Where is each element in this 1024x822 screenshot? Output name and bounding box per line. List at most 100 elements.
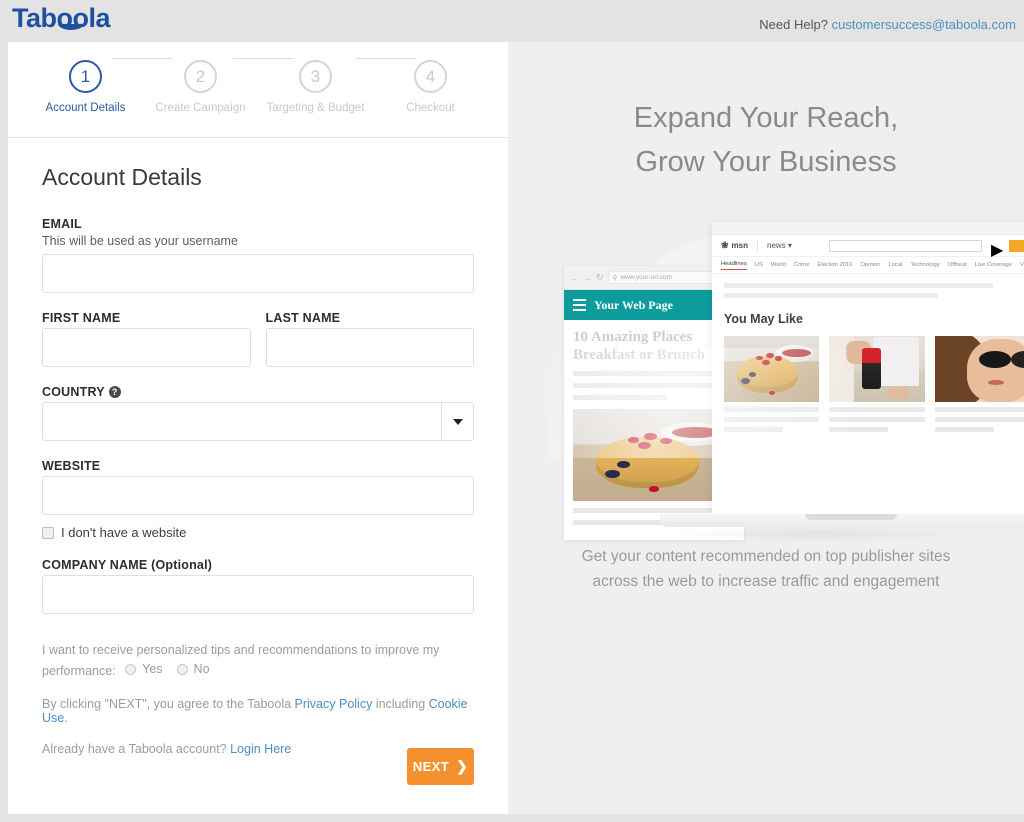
msn-nav-item-offbeat: Offbeat bbox=[947, 262, 967, 268]
publisher-headline-line1: 10 Amazing Places bbox=[573, 329, 693, 345]
msn-go-icon: ▶ bbox=[991, 240, 1004, 259]
promo-tagline-line2: across the web to increase traffic and e… bbox=[592, 573, 940, 590]
msn-nav-item-technology: Technology bbox=[910, 262, 940, 268]
waffles-with-berries-photo bbox=[724, 336, 820, 402]
msn-window-mockup: ❀ msn news ▾ ▶ Headlines US World Crime … bbox=[712, 222, 1024, 514]
no-website-checkbox[interactable] bbox=[42, 526, 54, 539]
no-website-label: I don't have a website bbox=[61, 525, 187, 540]
msn-butterfly-icon: ❀ bbox=[721, 240, 729, 250]
email-input[interactable] bbox=[42, 254, 474, 293]
email-label: EMAIL bbox=[42, 217, 82, 231]
msn-nav-item-video: Video bbox=[1019, 262, 1024, 268]
step-targeting-budget[interactable]: 3 Targeting & Budget bbox=[258, 60, 373, 114]
placeholder-line bbox=[934, 407, 1024, 412]
step-label-1: Account Details bbox=[45, 102, 126, 114]
optin-yes-radio[interactable] bbox=[125, 664, 137, 675]
need-help: Need Help? customersuccess@taboola.com bbox=[759, 17, 1016, 32]
placeholder-line bbox=[829, 407, 925, 412]
reload-icon: ↻ bbox=[596, 272, 604, 282]
country-select[interactable] bbox=[42, 402, 474, 441]
logo-text-tab: Tab bbox=[12, 3, 57, 33]
progress-stepper: 1 Account Details 2 Create Campaign 3 Ta… bbox=[8, 42, 508, 138]
step-label-4: Checkout bbox=[406, 102, 455, 114]
last-name-input[interactable] bbox=[265, 328, 474, 367]
magnifier-icon: ⚲ bbox=[612, 274, 618, 282]
chevron-down-icon bbox=[453, 418, 463, 425]
signup-card: 1 Account Details 2 Create Campaign 3 Ta… bbox=[8, 42, 508, 814]
optin-text: I want to receive personalized tips and … bbox=[42, 643, 440, 678]
placeholder-line bbox=[934, 427, 994, 432]
recommendation-cards bbox=[724, 336, 1024, 432]
placeholder-line bbox=[724, 283, 994, 288]
support-email-link[interactable]: customersuccess@taboola.com bbox=[832, 17, 1016, 32]
promo-tagline-line1: Get your content recommended on top publ… bbox=[581, 548, 951, 565]
recommendation-card bbox=[724, 336, 820, 432]
company-name-label: COMPANY NAME (Optional) bbox=[42, 558, 213, 572]
taboola-logo[interactable]: Taboo la bbox=[12, 3, 111, 34]
msn-nav-item-headlines: Headlines bbox=[721, 261, 747, 270]
laptop-base bbox=[660, 514, 1024, 527]
msn-brand-text: msn bbox=[731, 241, 748, 250]
signup-page: Taboo la Need Help? customersuccess@taboo… bbox=[0, 0, 1024, 822]
step-account-details[interactable]: 1 Account Details bbox=[28, 60, 143, 114]
legal-prefix: By clicking "NEXT", you agree to the Tab… bbox=[42, 697, 295, 711]
optin-radio-group[interactable]: Yes No bbox=[125, 660, 217, 679]
recommendation-card bbox=[829, 336, 925, 432]
email-hint: This will be used as your username bbox=[42, 234, 238, 248]
login-here-link[interactable]: Login Here bbox=[230, 742, 291, 756]
placeholder-line bbox=[573, 383, 735, 388]
next-button[interactable]: NEXT ❯ bbox=[407, 748, 474, 785]
person-using-power-drill-photo bbox=[829, 336, 925, 402]
placeholder-line bbox=[724, 293, 939, 298]
marketing-optin: I want to receive personalized tips and … bbox=[42, 641, 474, 681]
chevron-right-icon: ❯ bbox=[456, 758, 469, 774]
msn-nav: Headlines US World Crime Election 2016 O… bbox=[712, 257, 1024, 274]
no-website-checkbox-row[interactable]: I don't have a website bbox=[42, 525, 474, 540]
hamburger-icon bbox=[573, 299, 586, 311]
legal-suffix: . bbox=[64, 711, 68, 725]
msn-nav-item-local: Local bbox=[888, 262, 903, 268]
promo-tagline: Get your content recommended on top publ… bbox=[508, 544, 1024, 594]
msn-nav-item-world: World bbox=[770, 262, 786, 268]
msn-section-text: news bbox=[767, 241, 786, 250]
step-number-1: 1 bbox=[69, 60, 102, 93]
company-name-input[interactable] bbox=[42, 575, 474, 614]
logo-smile-oo: oo bbox=[56, 3, 90, 33]
msn-nav-item-crime: Crime bbox=[793, 262, 810, 268]
country-dropdown-toggle[interactable] bbox=[441, 402, 474, 441]
country-input[interactable] bbox=[42, 402, 474, 441]
next-button-label: NEXT bbox=[412, 759, 450, 774]
placeholder-line bbox=[724, 407, 820, 412]
msn-nav-item-election: Election 2016 bbox=[817, 262, 853, 268]
msn-section: news ▾ bbox=[757, 241, 792, 250]
optin-no-radio[interactable] bbox=[176, 664, 188, 675]
first-name-input[interactable] bbox=[42, 328, 251, 367]
placeholder-line bbox=[724, 427, 784, 432]
step-connector-3 bbox=[355, 58, 416, 59]
placeholder-line bbox=[573, 395, 667, 400]
country-label: COUNTRY? bbox=[42, 385, 474, 399]
step-label-3: Targeting & Budget bbox=[266, 102, 365, 114]
msn-browser-chrome bbox=[712, 222, 1024, 235]
website-input[interactable] bbox=[42, 476, 474, 515]
step-number-4: 4 bbox=[414, 60, 447, 93]
msn-search-input bbox=[828, 239, 982, 252]
msn-content: You May Like bbox=[712, 274, 1024, 432]
promo-illustration: ← → ↻ ⚲ www.your-url.com Your Web Page 1… bbox=[508, 218, 1024, 541]
step-create-campaign[interactable]: 2 Create Campaign bbox=[143, 60, 258, 114]
question-mark-icon[interactable]: ? bbox=[108, 386, 121, 398]
legal-middle: including bbox=[372, 697, 429, 711]
msn-nav-item-live-coverage: Live Coverage bbox=[974, 262, 1012, 268]
placeholder-line bbox=[573, 508, 735, 513]
msn-brand: ❀ msn bbox=[721, 240, 748, 251]
optin-yes-label: Yes bbox=[142, 662, 163, 676]
privacy-policy-link[interactable]: Privacy Policy bbox=[295, 697, 373, 711]
step-number-2: 2 bbox=[184, 60, 217, 93]
step-connector-2 bbox=[233, 58, 294, 59]
page-title: Account Details bbox=[42, 164, 202, 190]
publisher-headline-line2: Breakfast or Brunch bbox=[573, 347, 705, 363]
logo-text-la: la bbox=[88, 3, 111, 33]
promo-headline: Expand Your Reach, Grow Your Business bbox=[508, 42, 1024, 184]
step-checkout[interactable]: 4 Checkout bbox=[373, 60, 488, 114]
need-help-label: Need Help? bbox=[759, 17, 828, 32]
